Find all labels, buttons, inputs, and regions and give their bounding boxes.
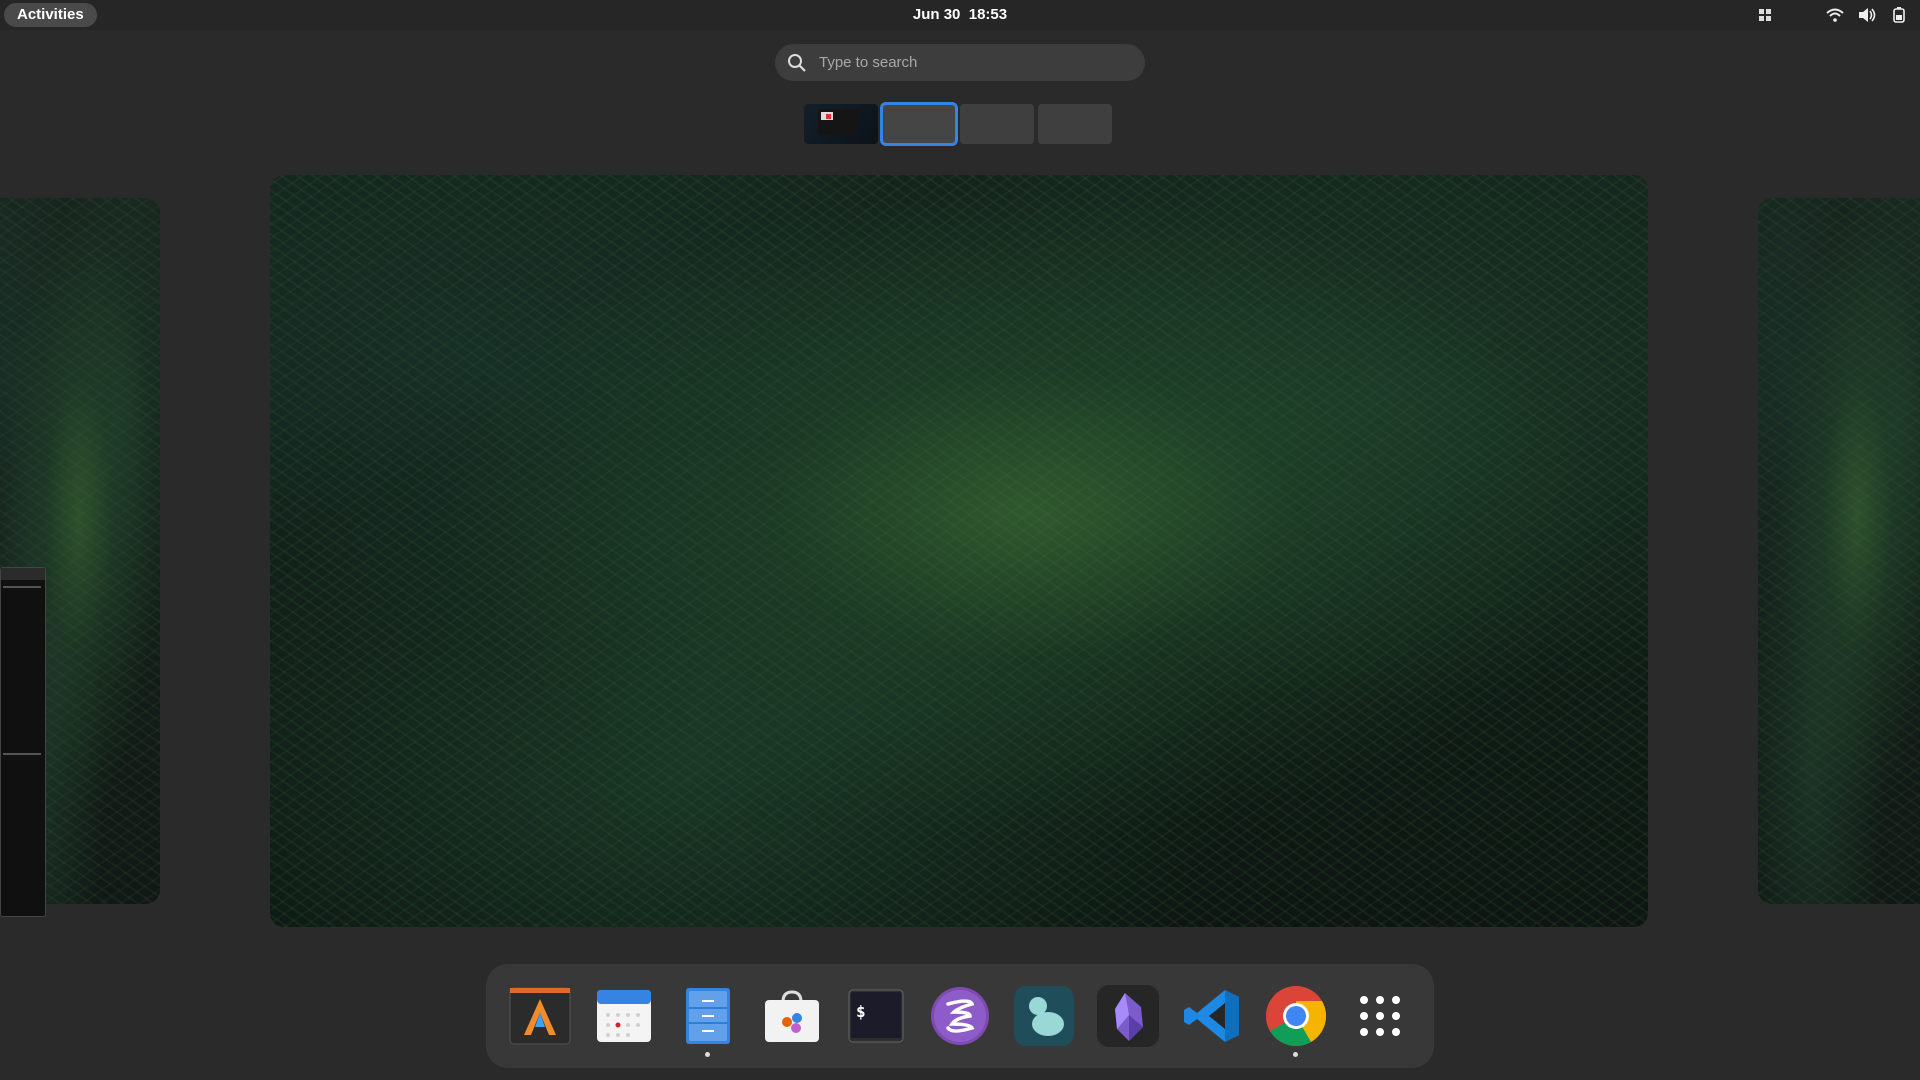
alacritty-launcher[interactable]	[509, 986, 571, 1046]
system-tray[interactable]	[1756, 6, 1908, 24]
workspace-preview-next[interactable]	[1758, 198, 1920, 904]
vscode-icon	[1183, 987, 1241, 1045]
search-icon	[787, 53, 807, 73]
alacritty-icon	[509, 987, 571, 1045]
emacs-launcher[interactable]	[930, 986, 990, 1046]
workspace-switcher	[804, 102, 1112, 146]
top-bar: Activities Jun 30 18:53	[0, 0, 1920, 30]
clock-time: 18:53	[968, 6, 1008, 23]
vscode-launcher[interactable]	[1182, 986, 1242, 1046]
software-launcher[interactable]	[762, 986, 822, 1046]
terminal-icon: $	[848, 989, 904, 1043]
files-launcher[interactable]	[678, 986, 738, 1057]
wifi-icon[interactable]	[1826, 6, 1844, 24]
battery-icon[interactable]	[1890, 6, 1908, 24]
obsidian-launcher[interactable]	[1097, 985, 1159, 1047]
obsidian-icon	[1097, 985, 1159, 1047]
software-store-icon	[763, 988, 821, 1044]
chrome-launcher[interactable]	[1265, 985, 1327, 1057]
search-bar[interactable]	[775, 44, 1145, 81]
calendar-launcher[interactable]	[594, 986, 654, 1046]
workspace-thumbnail-1[interactable]	[804, 104, 878, 144]
terminal-prompt-glyph: $	[856, 1002, 866, 1021]
workspace-preview-current[interactable]	[270, 175, 1648, 927]
search-input[interactable]	[817, 53, 1121, 72]
emacs-icon	[930, 986, 990, 1046]
terminal-launcher[interactable]: $	[846, 986, 906, 1046]
workspace-thumbnail-2[interactable]	[880, 102, 958, 146]
workspace-thumbnail-3[interactable]	[960, 104, 1034, 144]
files-icon	[685, 987, 731, 1045]
running-indicator	[1293, 1052, 1298, 1057]
blob-app-icon	[1014, 986, 1074, 1046]
clock: Jun 30 18:53	[0, 6, 1920, 23]
dock: $	[486, 964, 1434, 1068]
window-thumbnail	[818, 109, 858, 135]
chrome-icon	[1265, 985, 1327, 1047]
blob-app-launcher[interactable]	[1014, 986, 1074, 1046]
window-titlebar	[1, 568, 45, 580]
show-apps-icon	[1358, 994, 1402, 1038]
running-indicator	[705, 1052, 710, 1057]
terminal-window-preview[interactable]	[0, 567, 46, 917]
volume-icon[interactable]	[1858, 6, 1876, 24]
apps-grid-icon[interactable]	[1756, 6, 1774, 24]
show-apps-button[interactable]	[1350, 986, 1410, 1046]
calendar-icon	[596, 989, 652, 1043]
activities-button[interactable]: Activities	[4, 3, 97, 27]
workspace-thumbnail-4[interactable]	[1038, 104, 1112, 144]
date-time-button[interactable]: Jun 30 18:53	[913, 6, 1007, 23]
clock-date: Jun 30	[912, 6, 961, 23]
